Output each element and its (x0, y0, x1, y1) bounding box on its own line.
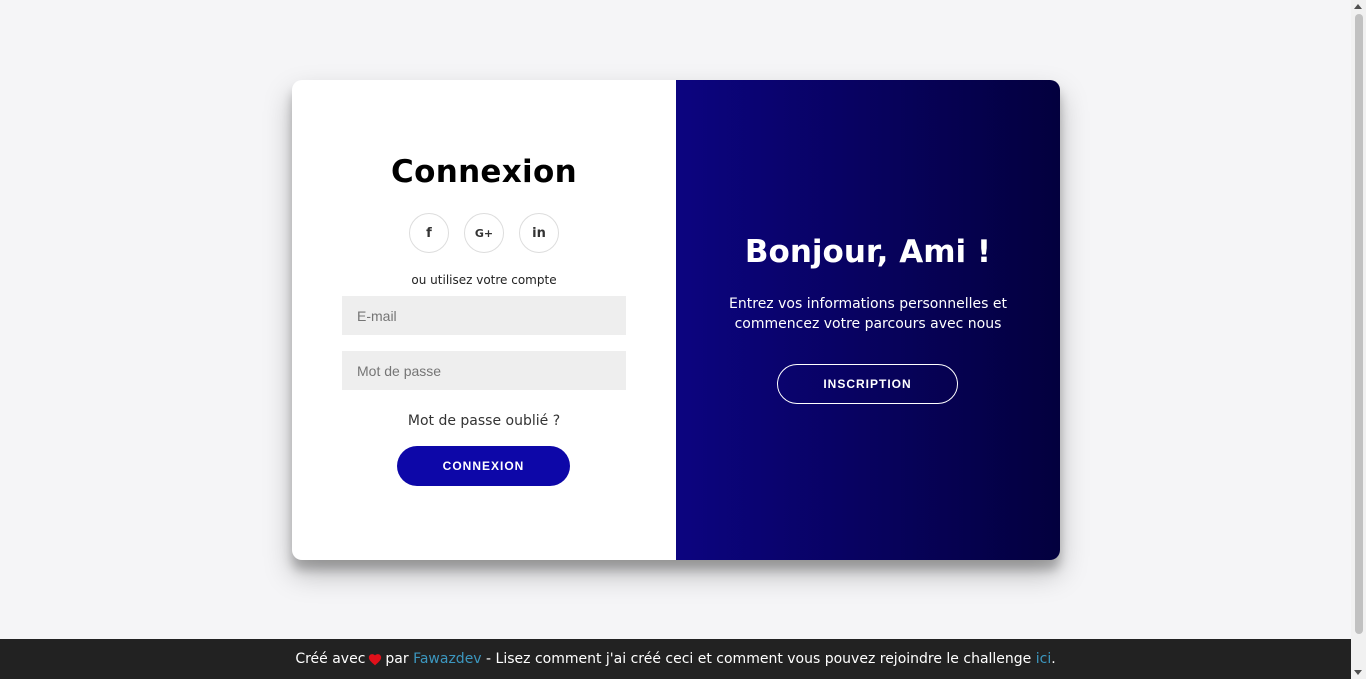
login-subtitle: ou utilisez votre compte (411, 273, 557, 287)
google-plus-icon: G+ (474, 226, 494, 240)
password-field[interactable] (342, 351, 626, 390)
login-title: Connexion (391, 154, 577, 190)
overlay-panel: Bonjour, Ami ! Entrez vos informations p… (676, 80, 1060, 560)
facebook-button[interactable]: f (409, 213, 449, 253)
login-button[interactable]: CONNEXION (397, 446, 570, 486)
scroll-down-icon[interactable] (1354, 670, 1362, 675)
signup-button[interactable]: INSCRIPTION (777, 364, 958, 404)
footer-challenge-link[interactable]: ici (1036, 651, 1051, 667)
forgot-password-link[interactable]: Mot de passe oublié ? (292, 413, 676, 429)
scroll-thumb[interactable] (1355, 14, 1363, 634)
page: Connexion f G+ in ou utilisez votre comp… (0, 0, 1366, 679)
linkedin-button[interactable]: in (519, 213, 559, 253)
auth-card: Connexion f G+ in ou utilisez votre comp… (292, 80, 1060, 560)
email-field[interactable] (342, 296, 626, 335)
footer-middle-text: - Lisez comment j'ai créé ceci et commen… (486, 651, 1032, 667)
footer-made-with: Créé avec (295, 651, 366, 667)
scroll-up-icon[interactable] (1354, 4, 1362, 9)
heart-icon (369, 653, 382, 665)
overlay-title: Bonjour, Ami ! (744, 234, 992, 270)
login-panel: Connexion f G+ in ou utilisez votre comp… (292, 80, 676, 560)
footer: Créé avec par Fawazdev - Lisez comment j… (0, 639, 1351, 679)
google-plus-button[interactable]: G+ (464, 213, 504, 253)
facebook-icon: f (426, 225, 432, 241)
footer-author-link[interactable]: Fawazdev (413, 651, 482, 667)
scrollbar[interactable] (1351, 0, 1366, 679)
linkedin-icon: in (532, 225, 546, 241)
overlay-text: Entrez vos informations personnelles et … (729, 296, 1007, 332)
footer-end: . (1051, 651, 1056, 667)
footer-by: par (385, 651, 409, 667)
social-buttons: f G+ in (292, 213, 676, 253)
